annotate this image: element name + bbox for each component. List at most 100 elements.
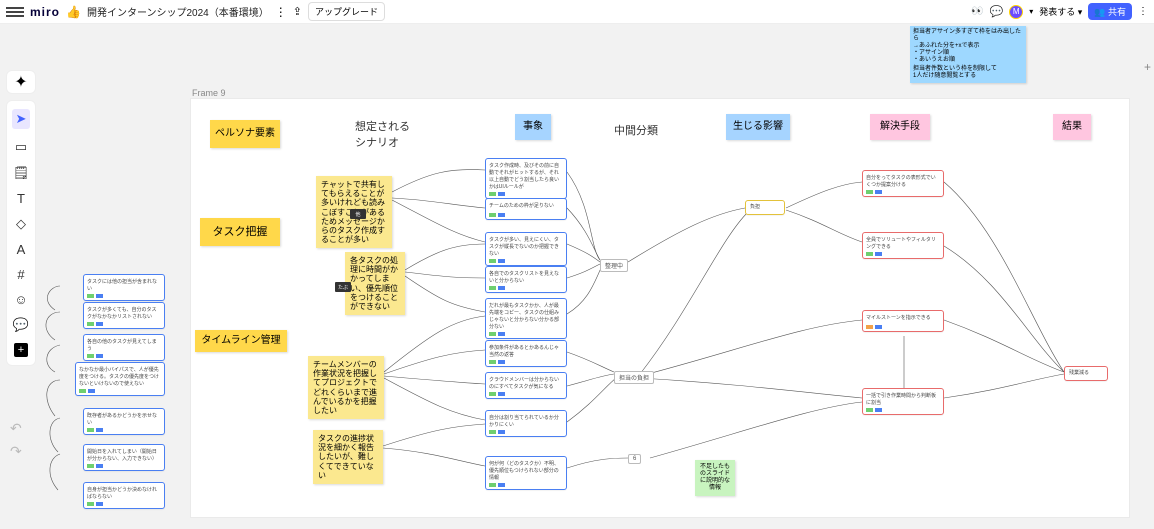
left-card-2[interactable]: タスクが多くても、自分のタスクがなかなかリストされない <box>83 302 165 329</box>
event-card-7[interactable]: クラウドメンバーは分からないのにすべてタスクが気になる <box>485 372 567 399</box>
event-card-6[interactable]: 参加条件があるとかあるんじゃ当然の返答 <box>485 340 567 367</box>
mid-tag-1[interactable]: 整理中 <box>600 259 628 272</box>
redo-icon[interactable]: ↷ <box>10 443 22 460</box>
event-card-2[interactable]: チームのための枠が足りない <box>485 198 567 220</box>
undo-icon[interactable]: ↶ <box>10 420 22 437</box>
tool-rail: ➤ ▭ 🗒 T ◇ A # ☺ 💬 + <box>6 100 36 366</box>
note-line: 担当者アサイン多すぎて枠をはみ出したら <box>913 29 1023 43</box>
event-card-3[interactable]: タスクが多い、見えにくい、タスクが縦長でないのか把握できない <box>485 232 567 266</box>
undo-redo: ↶ ↷ <box>10 420 22 460</box>
card-text: 各自の他のタスクが見えてしまう <box>87 339 157 352</box>
note-line: ・あいうえお順 <box>913 57 1023 64</box>
share-label: 共有 <box>1108 7 1126 17</box>
card-text: 負担 <box>750 204 760 210</box>
card-text: タスクには他の担当が含まれない <box>87 279 157 292</box>
card-text: 各自でのタスクリストを見えないと分からない <box>489 271 559 284</box>
card-text: クラウドメンバーは分からないのにすべてタスクが気になる <box>489 377 559 390</box>
solution-1[interactable]: 自分をってタスクの表形式でいくつか提案分ける <box>862 170 944 197</box>
card-text: 既存者があるかどうかを示せない <box>87 413 157 426</box>
left-card-3[interactable]: 各自の他のタスクが見えてしまう <box>83 334 165 361</box>
text-tool-icon[interactable]: T <box>17 191 25 206</box>
chevron-down-icon[interactable]: ▾ <box>1029 7 1033 16</box>
card-text: タスクが多い、見えにくい、タスクが縦長でないのか把握できない <box>489 237 559 257</box>
card-text: 一括で引き作業時間から判断板に割当 <box>866 393 936 406</box>
header-persona[interactable]: ペルソナ要素 <box>210 120 280 148</box>
sticky-tool-icon[interactable]: 🗒 <box>13 165 30 181</box>
card-text: タスクが多くても、自分のタスクがなかなかリストされない <box>87 307 156 320</box>
emoji-tool-icon[interactable]: ☺ <box>14 292 27 307</box>
solution-2[interactable]: 全員でソリュートやフィルタリングできる <box>862 232 944 259</box>
event-card-8[interactable]: 自分は割り当てられているか分かりにくい <box>485 410 567 437</box>
header-mid: 中間分類 <box>614 122 658 138</box>
card-text: 自分は割り当てられているか分かりにくい <box>489 415 559 428</box>
event-card-9[interactable]: 何が何（どのタスクか）不明、優先順位もつけられない部分の情報 <box>485 456 567 490</box>
event-card-1[interactable]: タスク作成時、及びその前に自動でそれがヒットするが、それ以上自動でどう割当したら… <box>485 158 567 199</box>
menu-icon[interactable] <box>6 7 24 17</box>
sticky-task[interactable]: タスク把握 <box>200 218 280 246</box>
thumbs-up-icon[interactable]: 👍 <box>66 5 81 19</box>
grid-tool-icon[interactable]: # <box>17 267 24 282</box>
miro-logo[interactable]: miro <box>30 5 60 19</box>
sticky-timeline[interactable]: タイムライン管理 <box>195 330 287 352</box>
card-text: 自分をってタスクの表形式でいくつか提案分ける <box>866 175 936 188</box>
header-solution[interactable]: 解決手段 <box>870 114 930 140</box>
more-vertical-icon[interactable]: ⋮ <box>275 5 287 19</box>
card-text: 自身が担当かどうか決めなければならない <box>87 487 157 500</box>
header-scenario: 想定される シナリオ <box>355 118 410 150</box>
more-tool-icon[interactable]: + <box>14 343 28 357</box>
frame-label: Frame 9 <box>192 88 226 98</box>
left-card-6[interactable]: 開始日を入れてしまい（開始日が分からない、入力できない） <box>83 444 165 471</box>
card-text: 何が何（どのタスクか）不明、優先順位もつけられない部分の情報 <box>489 461 559 481</box>
card-text: チームのための枠が足りない <box>489 203 554 209</box>
left-card-1[interactable]: タスクには他の担当が含まれない <box>83 274 165 301</box>
event-card-5[interactable]: だれが最もタスクかか、人が最先端をコピー、タスクの仕組みじゃないと分からない分か… <box>485 298 567 339</box>
note-line: ・アサイン順 <box>913 50 1023 57</box>
solution-3[interactable]: マイルストーンを指示できる <box>862 310 944 332</box>
top-toolbar: miro 👍 開発インターンシップ2024（本番環境） ⋮ ⇪ アップグレード … <box>0 0 1154 24</box>
card-text: マイルストーンを指示できる <box>866 315 931 321</box>
note-line: 1人だけ随意閲覧とする <box>913 73 1023 80</box>
header-result[interactable]: 結果 <box>1053 114 1091 140</box>
solution-4[interactable]: 一括で引き作業時間から判断板に割当 <box>862 388 944 415</box>
note-line: →あふれた分を+xで表示 <box>913 43 1023 50</box>
header-event[interactable]: 事象 <box>515 114 551 140</box>
shapes-tool-icon[interactable]: ◇ <box>16 216 26 232</box>
scenario-2[interactable]: 各タスクの処理に時間がかかってしまい、優先順位をつけることができない <box>345 252 405 315</box>
comment-tool-icon[interactable]: 💬 <box>13 317 29 333</box>
chip-1[interactable]: 他 <box>350 209 366 219</box>
card-text: なかなか最小バイパスで、人が優先度をつける。タスクの優先度をつけないといけないの… <box>79 367 159 387</box>
event-card-4[interactable]: 各自でのタスクリストを見えないと分からない <box>485 266 567 293</box>
frame-tool-icon[interactable]: ▭ <box>15 139 27 155</box>
chip-2[interactable]: たぶ <box>335 282 351 292</box>
card-text: タスク作成時、及びその前に自動でそれがヒットするが、それ以上自動でどう割当したら… <box>489 163 559 190</box>
card-text: 全員でソリュートやフィルタリングできる <box>866 237 936 250</box>
collapse-panel-icon[interactable]: + <box>1144 60 1151 74</box>
impact-card[interactable]: 負担 <box>745 200 785 215</box>
pen-tool-icon[interactable]: A <box>17 242 26 257</box>
scenario-3[interactable]: チームメンバーの作業状況を把握してプロジェクトでどれくらいまで進んでいるかを把握… <box>308 356 384 419</box>
activity-icon[interactable]: ⋮ <box>1138 6 1148 17</box>
tool-add[interactable]: ✦ <box>6 70 36 94</box>
mid-tag-2[interactable]: 担当の負担 <box>614 371 654 384</box>
share-button[interactable]: 👥 共有 <box>1088 3 1132 20</box>
board-title[interactable]: 開発インターンシップ2024（本番環境） <box>87 4 269 19</box>
mid-tag-3[interactable]: 6 <box>628 454 641 464</box>
board-canvas[interactable]: Frame 9 ペルソナ要素 想定される シナリオ 事象 中間分類 生じる影響 … <box>0 0 1154 529</box>
left-card-7[interactable]: 自身が担当かどうか決めなければならない <box>83 482 165 509</box>
card-text: だれが最もタスクかか、人が最先端をコピー、タスクの仕組みじゃないと分からない分か… <box>489 303 559 330</box>
present-button[interactable]: 発表する ▾ <box>1039 5 1082 18</box>
comments-icon[interactable]: 💬 <box>990 5 1004 18</box>
header-impact[interactable]: 生じる影響 <box>726 114 790 140</box>
cursor-tool-icon[interactable]: ➤ <box>12 109 31 129</box>
sticky-note-top[interactable]: 担当者アサイン多すぎて枠をはみ出したら →あふれた分を+xで表示 ・アサイン順 … <box>910 26 1026 83</box>
left-card-4[interactable]: なかなか最小バイパスで、人が優先度をつける。タスクの優先度をつけないといけないの… <box>75 362 165 396</box>
left-card-5[interactable]: 既存者があるかどうかを示せない <box>83 408 165 435</box>
scenario-4[interactable]: タスクの進捗状況を細かく報告したいが、難しくてできていない <box>313 430 383 484</box>
green-note[interactable]: 不足したものスライドに説明的な情報 <box>695 460 735 496</box>
export-icon[interactable]: ⇪ <box>293 5 302 18</box>
result-card[interactable]: 残業減る <box>1064 366 1108 381</box>
user-avatar[interactable]: M <box>1009 5 1023 19</box>
card-text: 参加条件があるとかあるんじゃ当然の返答 <box>489 345 559 358</box>
reactions-icon[interactable]: 👀 <box>971 6 983 17</box>
upgrade-button[interactable]: アップグレード <box>308 2 385 21</box>
